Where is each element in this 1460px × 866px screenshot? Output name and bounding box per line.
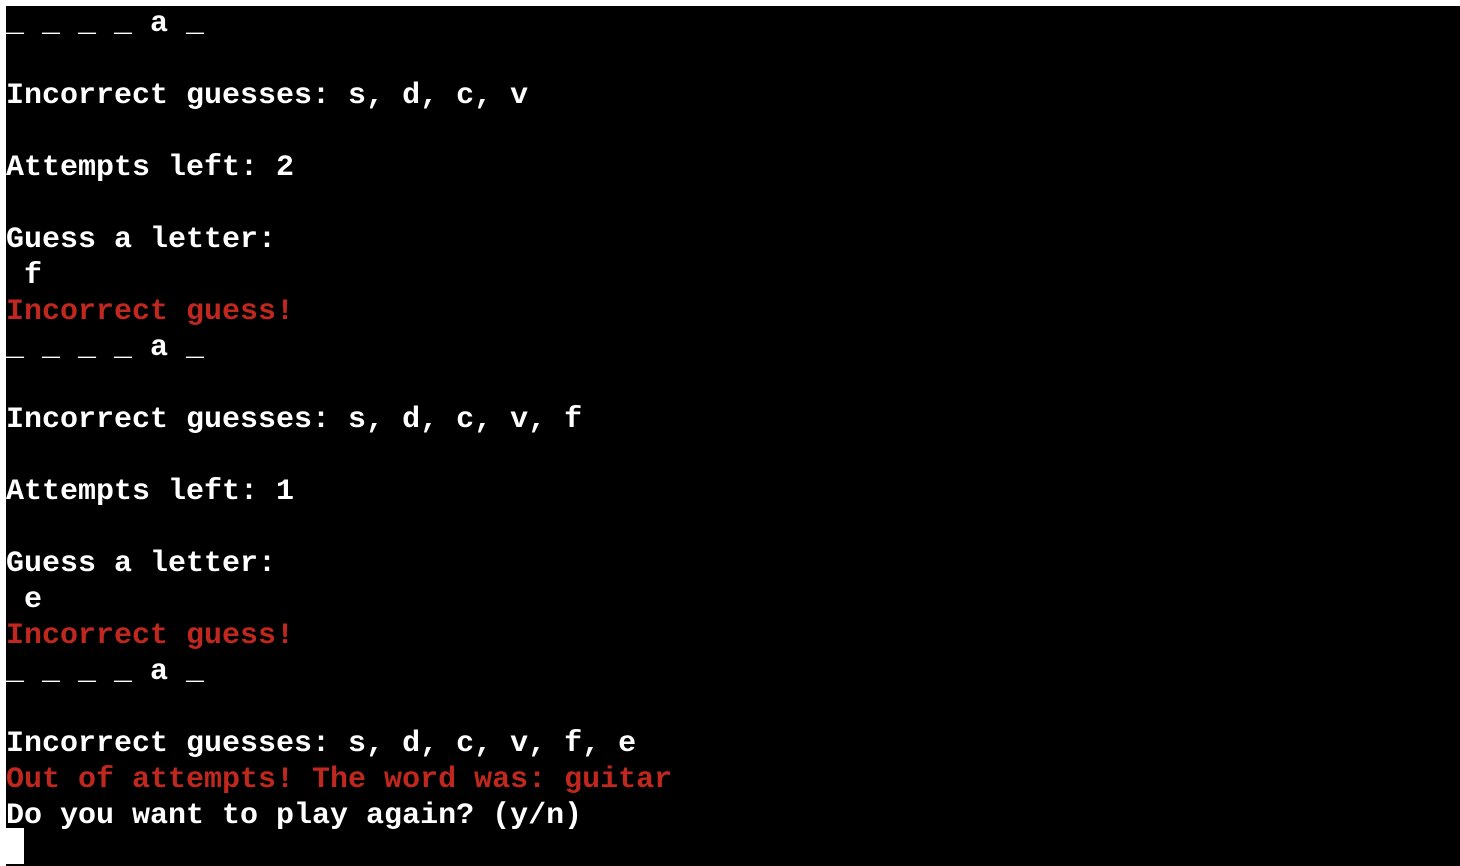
guess-prompt: Guess a letter:: [6, 223, 277, 257]
guess-prompt: Guess a letter:: [6, 547, 277, 581]
game-over-message: Out of attempts! The word was: guitar: [6, 763, 673, 797]
incorrect-guess-message: Incorrect guess!: [6, 619, 295, 653]
terminal-window[interactable]: _ _ _ _ a _ Incorrect guesses: s, d, c, …: [6, 6, 1460, 866]
terminal-cursor[interactable]: [6, 828, 24, 864]
word-progress: _ _ _ _ a _: [6, 331, 205, 365]
attempts-left-text: Attempts left: 2: [6, 151, 295, 185]
incorrect-guesses-text: Incorrect guesses: s, d, c, v, f, e: [6, 727, 637, 761]
word-progress: _ _ _ _ a _: [6, 7, 205, 41]
user-input-echo: e: [6, 583, 43, 617]
word-progress: _ _ _ _ a _: [6, 655, 205, 689]
user-input-echo: f: [6, 259, 43, 293]
incorrect-guess-message: Incorrect guess!: [6, 295, 295, 329]
incorrect-guesses-text: Incorrect guesses: s, d, c, v: [6, 79, 529, 113]
incorrect-guesses-text: Incorrect guesses: s, d, c, v, f: [6, 403, 583, 437]
play-again-prompt: Do you want to play again? (y/n): [6, 799, 583, 833]
attempts-left-text: Attempts left: 1: [6, 475, 295, 509]
